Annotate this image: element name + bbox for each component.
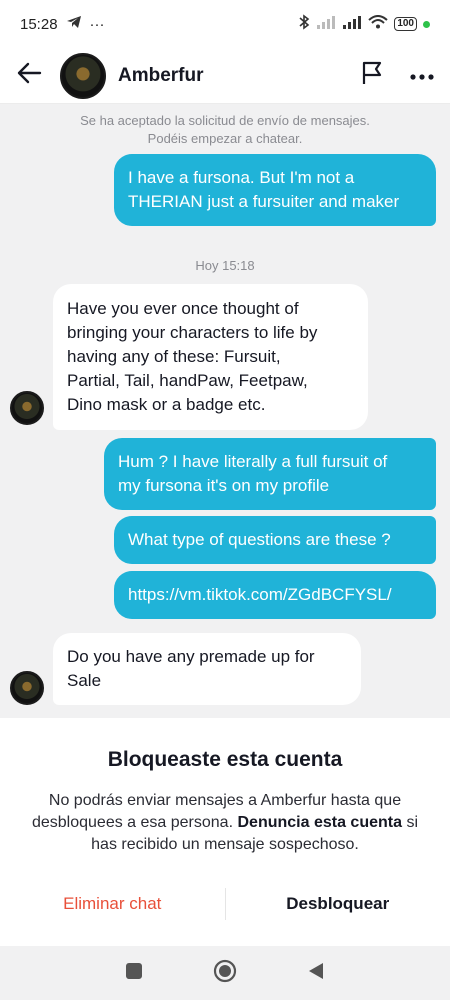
chat-header: Amberfur [0,48,450,104]
chat-area[interactable]: Se ha aceptado la solicitud de envío de … [0,104,450,718]
signal-icon [342,15,362,33]
timestamp: Hoy 15:18 [195,258,255,273]
blocked-title: Bloqueaste esta cuenta [107,748,343,771]
message-bubble-outgoing[interactable]: What type of questions are these ? [114,516,436,564]
message-bubble-incoming[interactable]: Do you have any premade up for Sale [53,633,361,705]
contact-name[interactable]: Amberfur [118,65,204,87]
home-circle-icon[interactable] [213,959,237,988]
signal-icon [316,15,336,33]
system-note: Se ha aceptado la solicitud de envío de … [80,113,370,146]
status-time: 15:28 [20,15,58,33]
flag-icon[interactable] [360,60,384,91]
bluetooth-icon [298,14,310,34]
square-icon[interactable] [125,962,143,985]
message-bubble-outgoing[interactable]: https://vm.tiktok.com/ZGdBCFYSL/ [114,571,436,619]
delete-chat-button[interactable]: Eliminar chat [0,894,225,914]
battery-level: 100 [394,17,417,31]
message-bubble-incoming[interactable]: Have you ever once thought of bringing y… [53,284,368,430]
more-icon[interactable] [410,67,434,85]
back-triangle-icon[interactable] [307,961,325,986]
blocked-description: No podrás enviar mensajes a Amberfur has… [31,792,418,853]
message-bubble-outgoing[interactable]: Hum ? I have literally a full fursuit of… [104,438,436,510]
status-dot [423,20,430,28]
status-bar: 15:28 ··· 100 [0,0,450,48]
back-arrow-icon[interactable] [16,62,42,89]
unblock-button[interactable]: Desbloquear [226,894,450,914]
blocked-actions: Eliminar chat Desbloquear [0,886,450,922]
blocked-panel: Bloqueaste esta cuenta No podrás enviar … [0,718,450,946]
avatar [10,671,44,705]
telegram-icon [66,15,82,33]
status-extra: ··· [89,15,105,33]
avatar[interactable] [60,52,106,99]
wifi-icon [368,15,388,33]
message-link[interactable]: https://vm.tiktok.com/ZGdBCFYSL/ [128,583,422,607]
avatar [10,391,44,425]
sender-avatar[interactable] [10,391,44,425]
sender-avatar[interactable] [10,671,44,705]
report-account-link[interactable]: Denuncia esta cuenta [237,814,402,831]
system-nav-bar [0,946,450,1000]
message-bubble-outgoing[interactable]: I have a fursona. But I'm not a THERIAN … [114,154,436,226]
